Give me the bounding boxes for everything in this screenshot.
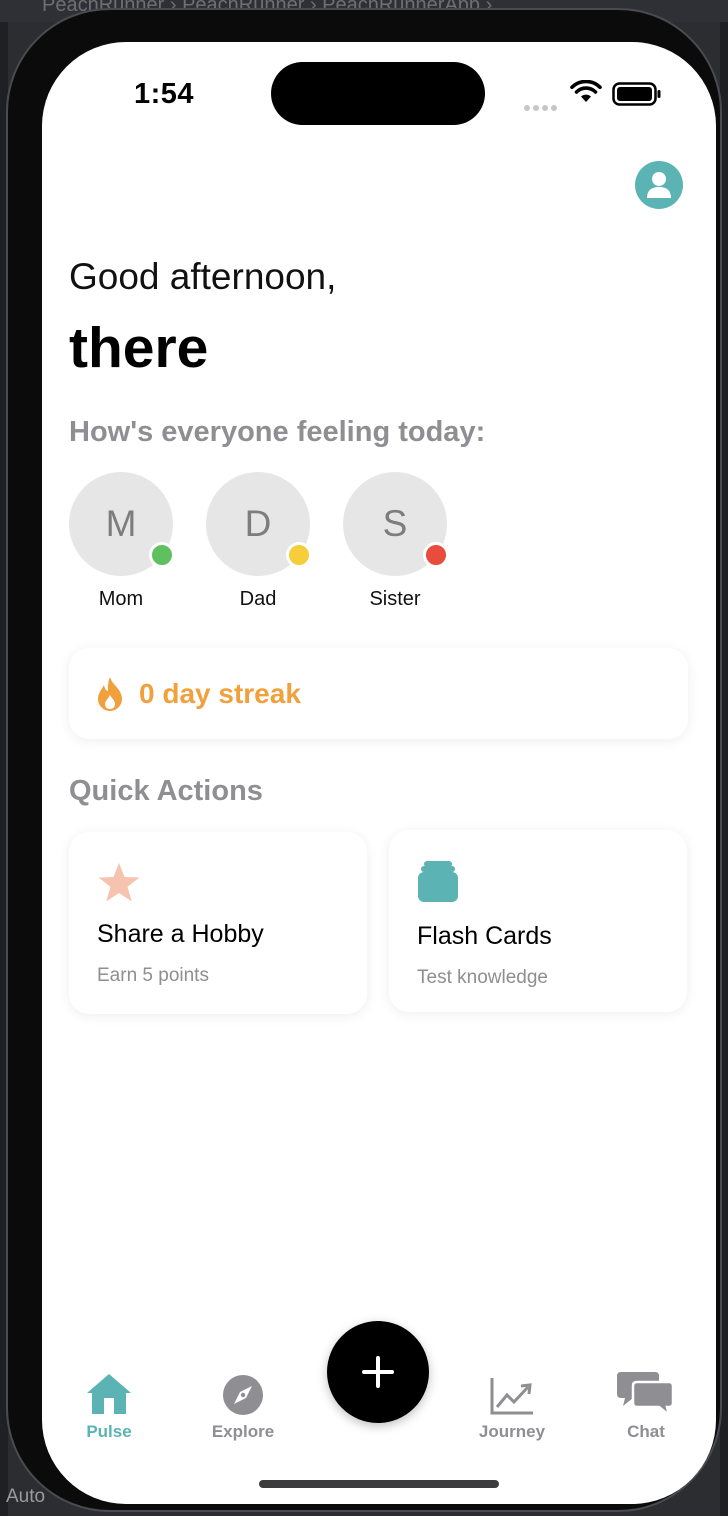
app-screen: 1:54 Good afternoon, there How's everyon… — [42, 42, 716, 1504]
status-dot — [286, 542, 312, 568]
tab-label: Pulse — [86, 1422, 132, 1441]
status-dot — [149, 542, 175, 568]
signal-dots-icon — [524, 98, 560, 116]
plus-icon — [362, 1356, 394, 1388]
auto-label: Auto — [6, 1486, 46, 1507]
avatar: S — [343, 472, 449, 576]
member-name: Mom — [98, 588, 144, 610]
star-icon — [98, 863, 140, 902]
share-hobby-card[interactable]: Share a Hobby Earn 5 points — [69, 832, 367, 1014]
streak-card[interactable]: 0 day streak — [69, 648, 688, 739]
home-indicator[interactable] — [259, 1480, 499, 1488]
tab-explore[interactable]: Explore — [193, 1370, 293, 1442]
card-stack-icon — [418, 861, 458, 902]
status-dot — [423, 542, 449, 568]
dynamic-island — [271, 62, 485, 125]
avatar: M — [69, 472, 175, 576]
member-sister[interactable]: S Sister — [343, 472, 449, 611]
house-icon — [87, 1374, 131, 1414]
flash-cards-card[interactable]: Flash Cards Test knowledge — [389, 830, 687, 1012]
avatar-initial: S — [382, 503, 408, 544]
feelings-title: How's everyone feeling today: — [69, 416, 486, 448]
compass-icon — [223, 1375, 263, 1415]
member-name: Dad — [239, 588, 277, 610]
chart-line-icon — [490, 1378, 533, 1415]
tab-label: Chat — [627, 1422, 665, 1441]
card-subtitle: Test knowledge — [417, 967, 548, 988]
avatar: D — [206, 472, 312, 576]
iphone-simulator-frame: 1:54 Good afternoon, there How's everyon… — [6, 8, 722, 1512]
flame-icon — [98, 677, 122, 711]
greeting-text: Good afternoon, — [69, 256, 337, 297]
member-name: Sister — [369, 588, 421, 610]
avatar-initial: M — [105, 503, 137, 544]
battery-icon — [612, 82, 661, 106]
tab-label: Explore — [211, 1422, 275, 1441]
status-time: 1:54 — [134, 78, 195, 110]
wifi-icon — [570, 80, 602, 102]
member-mom[interactable]: M Mom — [69, 472, 175, 611]
tab-label: Journey — [478, 1422, 546, 1441]
tab-journey[interactable]: Journey — [462, 1370, 562, 1442]
member-dad[interactable]: D Dad — [206, 472, 312, 611]
profile-button[interactable] — [635, 161, 683, 209]
card-title: Flash Cards — [417, 922, 552, 950]
tab-pulse[interactable]: Pulse — [59, 1370, 159, 1442]
avatar-initial: D — [244, 503, 272, 544]
person-icon — [647, 172, 671, 198]
streak-text: 0 day streak — [139, 678, 301, 709]
quick-actions-title: Quick Actions — [69, 775, 263, 807]
user-name: there — [69, 316, 209, 380]
card-subtitle: Earn 5 points — [97, 965, 209, 986]
chat-bubbles-icon — [617, 1372, 675, 1416]
add-button[interactable] — [327, 1321, 429, 1423]
card-title: Share a Hobby — [97, 920, 264, 948]
tab-chat[interactable]: Chat — [596, 1370, 696, 1442]
